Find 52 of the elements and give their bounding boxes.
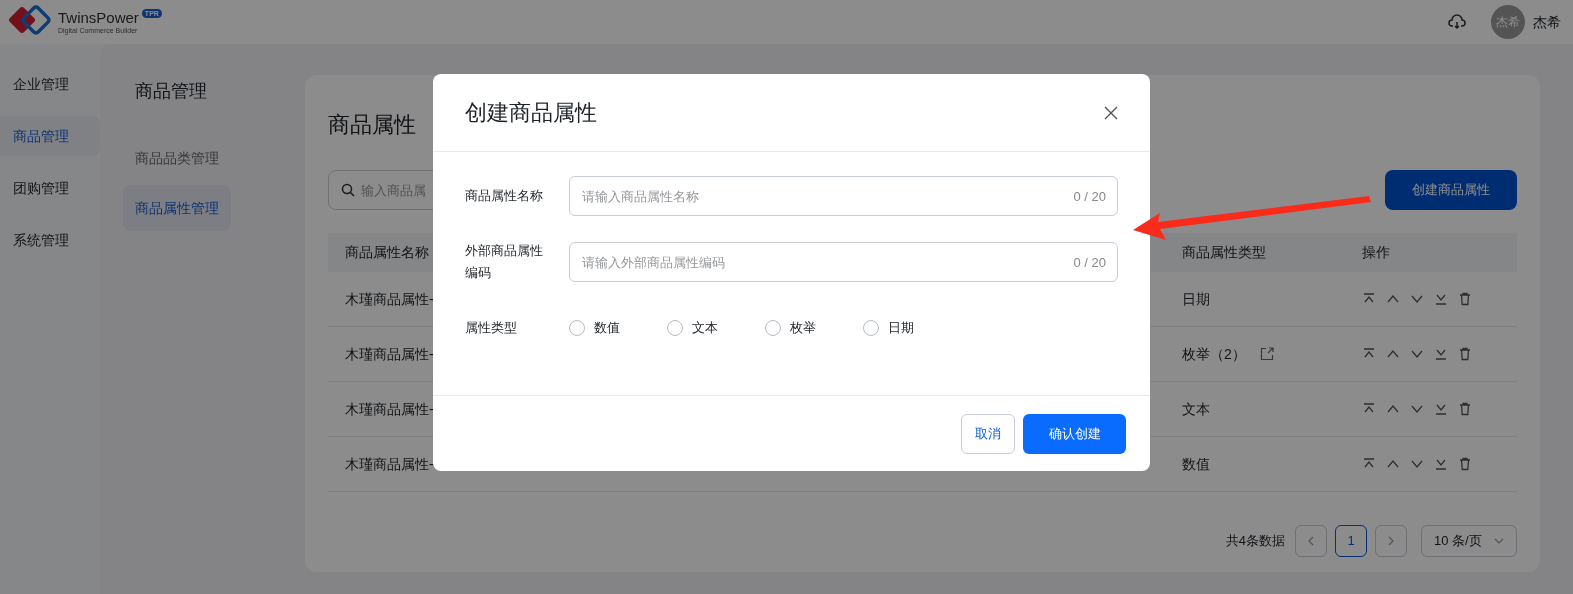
- move-bottom-icon[interactable]: [1434, 457, 1448, 471]
- edit-icon[interactable]: [1259, 347, 1274, 361]
- cloud-download-icon[interactable]: [1448, 14, 1466, 30]
- table-cell: 木瑾商品属性-: [345, 290, 434, 307]
- radio-option[interactable]: 日期: [863, 318, 929, 338]
- field-label: 商品属性名称: [465, 187, 544, 205]
- page-button[interactable]: 1: [1335, 525, 1367, 557]
- create-button[interactable]: 创建商品属性: [1385, 170, 1517, 210]
- move-bottom-icon[interactable]: [1434, 402, 1448, 416]
- radio-option[interactable]: 文本: [667, 318, 733, 338]
- trash-icon[interactable]: [1458, 402, 1472, 416]
- chevron-right-icon: [1387, 536, 1395, 546]
- table-cell: 木瑾商品属性-: [345, 400, 434, 417]
- table-cell: 木瑾商品属性-: [345, 345, 434, 362]
- chevron-left-icon: [1307, 536, 1315, 546]
- search-icon: [341, 183, 355, 197]
- close-icon[interactable]: [1104, 105, 1118, 120]
- user-name[interactable]: 杰希: [1533, 11, 1561, 33]
- trash-icon[interactable]: [1458, 457, 1472, 471]
- field-label: 外部商品属性编码: [465, 242, 544, 282]
- sidebar-item[interactable]: 商品管理: [0, 116, 100, 156]
- move-bottom-icon[interactable]: [1434, 347, 1448, 361]
- trash-icon[interactable]: [1458, 292, 1472, 306]
- subnav-title: 商品管理: [134, 80, 208, 103]
- field-label: 属性类型: [465, 319, 518, 337]
- table-cell-text: 数值: [1182, 454, 1210, 474]
- table-cell-text: 文本: [1182, 399, 1210, 419]
- dialog-title: 创建商品属性: [465, 99, 597, 127]
- caret-icon: [1494, 538, 1504, 544]
- sidebar-item[interactable]: 企业管理: [0, 64, 100, 104]
- page-title: 商品属性: [328, 111, 416, 139]
- table-cell: 木瑾商品属性-: [345, 455, 434, 472]
- sidebar-item[interactable]: 团购管理: [0, 168, 100, 208]
- cancel-button[interactable]: 取消: [961, 413, 1015, 454]
- radio-option[interactable]: 数值: [569, 318, 635, 338]
- move-bottom-icon[interactable]: [1434, 292, 1448, 306]
- char-counter: 0 / 20: [1073, 254, 1106, 272]
- column-header: 操作: [1362, 243, 1390, 262]
- total-count: 共4条数据: [1225, 532, 1285, 551]
- subnav-item[interactable]: 商品属性管理: [123, 185, 231, 231]
- table-cell-text: 日期: [1182, 289, 1210, 309]
- radio-option[interactable]: 枚举: [765, 318, 831, 338]
- sidebar-item[interactable]: 系统管理: [0, 220, 100, 260]
- column-header: 商品属性类型: [1182, 244, 1266, 260]
- confirm-button[interactable]: 确认创建: [1023, 413, 1126, 454]
- column-header: 商品属性名称: [345, 244, 429, 260]
- page-size-select[interactable]: 10 条/页: [1421, 525, 1517, 557]
- subnav-item[interactable]: 商品品类管理: [123, 135, 231, 181]
- table-cell-text: 枚举（2）: [1182, 344, 1246, 364]
- trash-icon[interactable]: [1458, 347, 1472, 361]
- brand-name: TwinsPower: [58, 9, 139, 27]
- char-counter: 0 / 20: [1073, 188, 1106, 206]
